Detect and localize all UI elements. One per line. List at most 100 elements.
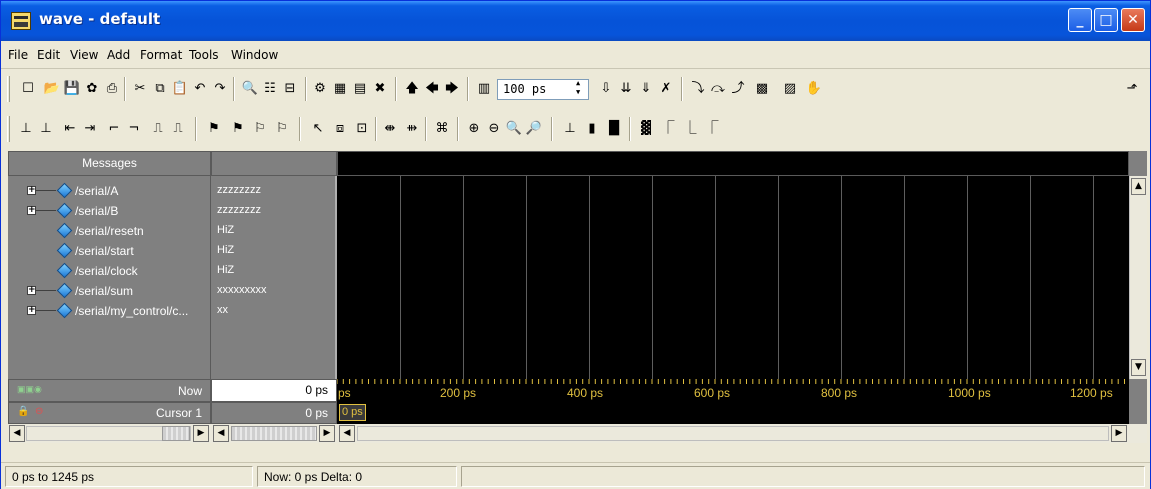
- select-mode-icon[interactable]: ↖: [309, 120, 327, 138]
- compile-icon[interactable]: ✿: [83, 80, 101, 98]
- find-rising-edge-icon[interactable]: ⌐: [105, 120, 123, 138]
- waveform-pane[interactable]: [337, 176, 1129, 379]
- find-next-falling-icon[interactable]: ⎍: [169, 120, 187, 138]
- names-scroll-right-icon[interactable]: ▶: [193, 425, 209, 442]
- signal-values-pane[interactable]: zzzzzzzz zzzzzzzz HiZ HiZ HiZ xxxxxxxxx …: [211, 176, 337, 379]
- break-icon[interactable]: ✖: [371, 80, 389, 98]
- insert-cursor-icon[interactable]: ⇼: [381, 120, 399, 138]
- names-scroll-left-icon[interactable]: ◀: [9, 425, 25, 442]
- simulate-icon[interactable]: ▤: [351, 80, 369, 98]
- step-back-icon[interactable]: 🡄: [423, 80, 441, 98]
- cursor-lane[interactable]: 0 ps: [337, 402, 1129, 424]
- step-icon[interactable]: ⤵: [689, 80, 707, 98]
- compile-all-icon[interactable]: ⚙: [311, 80, 329, 98]
- save-icon[interactable]: 💾: [63, 80, 81, 98]
- redo-icon[interactable]: ↷: [211, 80, 229, 98]
- hand-icon[interactable]: ✋: [805, 80, 823, 98]
- zoom-mode-icon[interactable]: ⧈: [331, 120, 349, 138]
- menu-add[interactable]: Add: [107, 48, 130, 62]
- edit-mode-icon[interactable]: ⊡: [353, 120, 371, 138]
- signal-row[interactable]: + /serial/A: [8, 181, 211, 201]
- find-previous-edge-icon[interactable]: ⊥: [37, 120, 55, 138]
- signal-names-pane[interactable]: + /serial/A + /serial/B /serial/resetn /…: [8, 176, 211, 379]
- break-run-icon[interactable]: ✗: [657, 80, 675, 98]
- add-list-icon[interactable]: ⚑: [229, 120, 247, 138]
- new-file-icon[interactable]: ☐: [19, 80, 37, 98]
- close-button[interactable]: ✕: [1121, 8, 1145, 32]
- wave-scroll-left-icon[interactable]: ◀: [339, 425, 355, 442]
- signal-step-2-icon[interactable]: ⎿: [681, 120, 699, 138]
- values-scroll-right-icon[interactable]: ▶: [319, 425, 335, 442]
- zoom-out-icon[interactable]: ⊖: [485, 120, 503, 138]
- add-dataflow-icon[interactable]: ⚐: [273, 120, 291, 138]
- scroll-down-icon[interactable]: ▼: [1131, 359, 1146, 376]
- zoom-full-icon[interactable]: 🔍: [505, 120, 523, 138]
- expand-icon[interactable]: +: [27, 206, 36, 215]
- menu-view[interactable]: View: [70, 48, 98, 62]
- wave-scroll-right-icon[interactable]: ▶: [1111, 425, 1127, 442]
- add-log-icon[interactable]: ⚐: [251, 120, 269, 138]
- wave-format-3-icon[interactable]: █: [605, 120, 623, 138]
- zoom-in-icon[interactable]: ⊕: [465, 120, 483, 138]
- lock-cursor-icon[interactable]: ⌘: [433, 120, 451, 138]
- messages-header[interactable]: Messages: [8, 151, 211, 176]
- signal-row[interactable]: + /serial/B: [8, 201, 211, 221]
- signal-row[interactable]: + /serial/my_control/c...: [8, 301, 211, 321]
- find-next-rising-icon[interactable]: ⎍: [149, 120, 167, 138]
- signal-step-1-icon[interactable]: ⎾: [659, 120, 677, 138]
- minimize-button[interactable]: _: [1068, 8, 1092, 32]
- delete-cursor-icon[interactable]: ⇻: [403, 120, 421, 138]
- undo-icon[interactable]: ↶: [191, 80, 209, 98]
- step-forward-icon[interactable]: 🡆: [443, 80, 461, 98]
- dock-undock-icon[interactable]: ⬏: [1123, 80, 1141, 98]
- menu-format[interactable]: Format: [140, 48, 182, 62]
- find-previous-transition-icon[interactable]: ⇤: [61, 120, 79, 138]
- title-bar[interactable]: wave - default _ □ ✕: [1, 1, 1150, 41]
- run-icon[interactable]: ⇩: [597, 80, 615, 98]
- wave-format-1-icon[interactable]: ⊥: [561, 120, 579, 138]
- maximize-button[interactable]: □: [1094, 8, 1118, 32]
- toolbar-grip[interactable]: [7, 76, 10, 102]
- cursor-lock-icon[interactable]: 🔒: [17, 406, 29, 417]
- continue-icon[interactable]: ⇊: [617, 80, 635, 98]
- find-falling-edge-icon[interactable]: ¬: [125, 120, 143, 138]
- signal-step-3-icon[interactable]: ⎾: [703, 120, 721, 138]
- find-next-transition-icon[interactable]: ⇥: [81, 120, 99, 138]
- menu-window[interactable]: Window: [231, 48, 278, 62]
- names-hscroll-thumb[interactable]: [162, 426, 190, 441]
- expand-icon[interactable]: +: [27, 306, 36, 315]
- find-icon[interactable]: 🔍: [241, 80, 259, 98]
- signal-row[interactable]: /serial/start: [8, 241, 211, 261]
- cursor-marker[interactable]: 0 ps: [339, 404, 366, 421]
- cursor-remove-icon[interactable]: ⊖: [35, 406, 43, 417]
- wave-hscroll-track[interactable]: [357, 426, 1109, 441]
- timeline-ruler[interactable]: ps 200 ps 400 ps 600 ps 800 ps 1000 ps 1200 p…: [337, 379, 1129, 402]
- values-scroll-left-icon[interactable]: ◀: [213, 425, 229, 442]
- run-length-field[interactable]: 100 ps: [497, 79, 589, 100]
- toolbar-grip[interactable]: [7, 116, 10, 142]
- menu-file[interactable]: File: [8, 48, 28, 62]
- step-up-icon[interactable]: 🡅: [403, 80, 421, 98]
- paste-icon[interactable]: 📋: [171, 80, 189, 98]
- memory-icon[interactable]: ▦: [331, 80, 349, 98]
- expand-icon[interactable]: +: [27, 186, 36, 195]
- step-over-icon[interactable]: ⤼: [709, 80, 727, 98]
- expand-icon[interactable]: +: [27, 286, 36, 295]
- find-first-edge-icon[interactable]: ⊥: [17, 120, 35, 138]
- hierarchy-icon[interactable]: ☷: [261, 80, 279, 98]
- signal-row[interactable]: /serial/clock: [8, 261, 211, 281]
- scroll-up-icon[interactable]: ▲: [1131, 178, 1146, 195]
- values-hscroll-thumb[interactable]: [231, 426, 317, 441]
- wave-format-2-icon[interactable]: ▮: [583, 120, 601, 138]
- add-wave-icon[interactable]: ⚑: [205, 120, 223, 138]
- memory-profile-icon[interactable]: ▨: [781, 80, 799, 98]
- zoom-cursor-icon[interactable]: 🔎: [525, 120, 543, 138]
- collapse-icon[interactable]: ⊟: [281, 80, 299, 98]
- vertical-scrollbar[interactable]: ▲ ▼: [1129, 176, 1147, 379]
- signal-row[interactable]: + /serial/sum: [8, 281, 211, 301]
- performance-icon[interactable]: ▩: [753, 80, 771, 98]
- values-header[interactable]: [211, 151, 337, 176]
- menu-tools[interactable]: Tools: [189, 48, 219, 62]
- print-icon[interactable]: ⎙: [103, 80, 121, 98]
- run-length-spinner-icon[interactable]: [576, 79, 586, 97]
